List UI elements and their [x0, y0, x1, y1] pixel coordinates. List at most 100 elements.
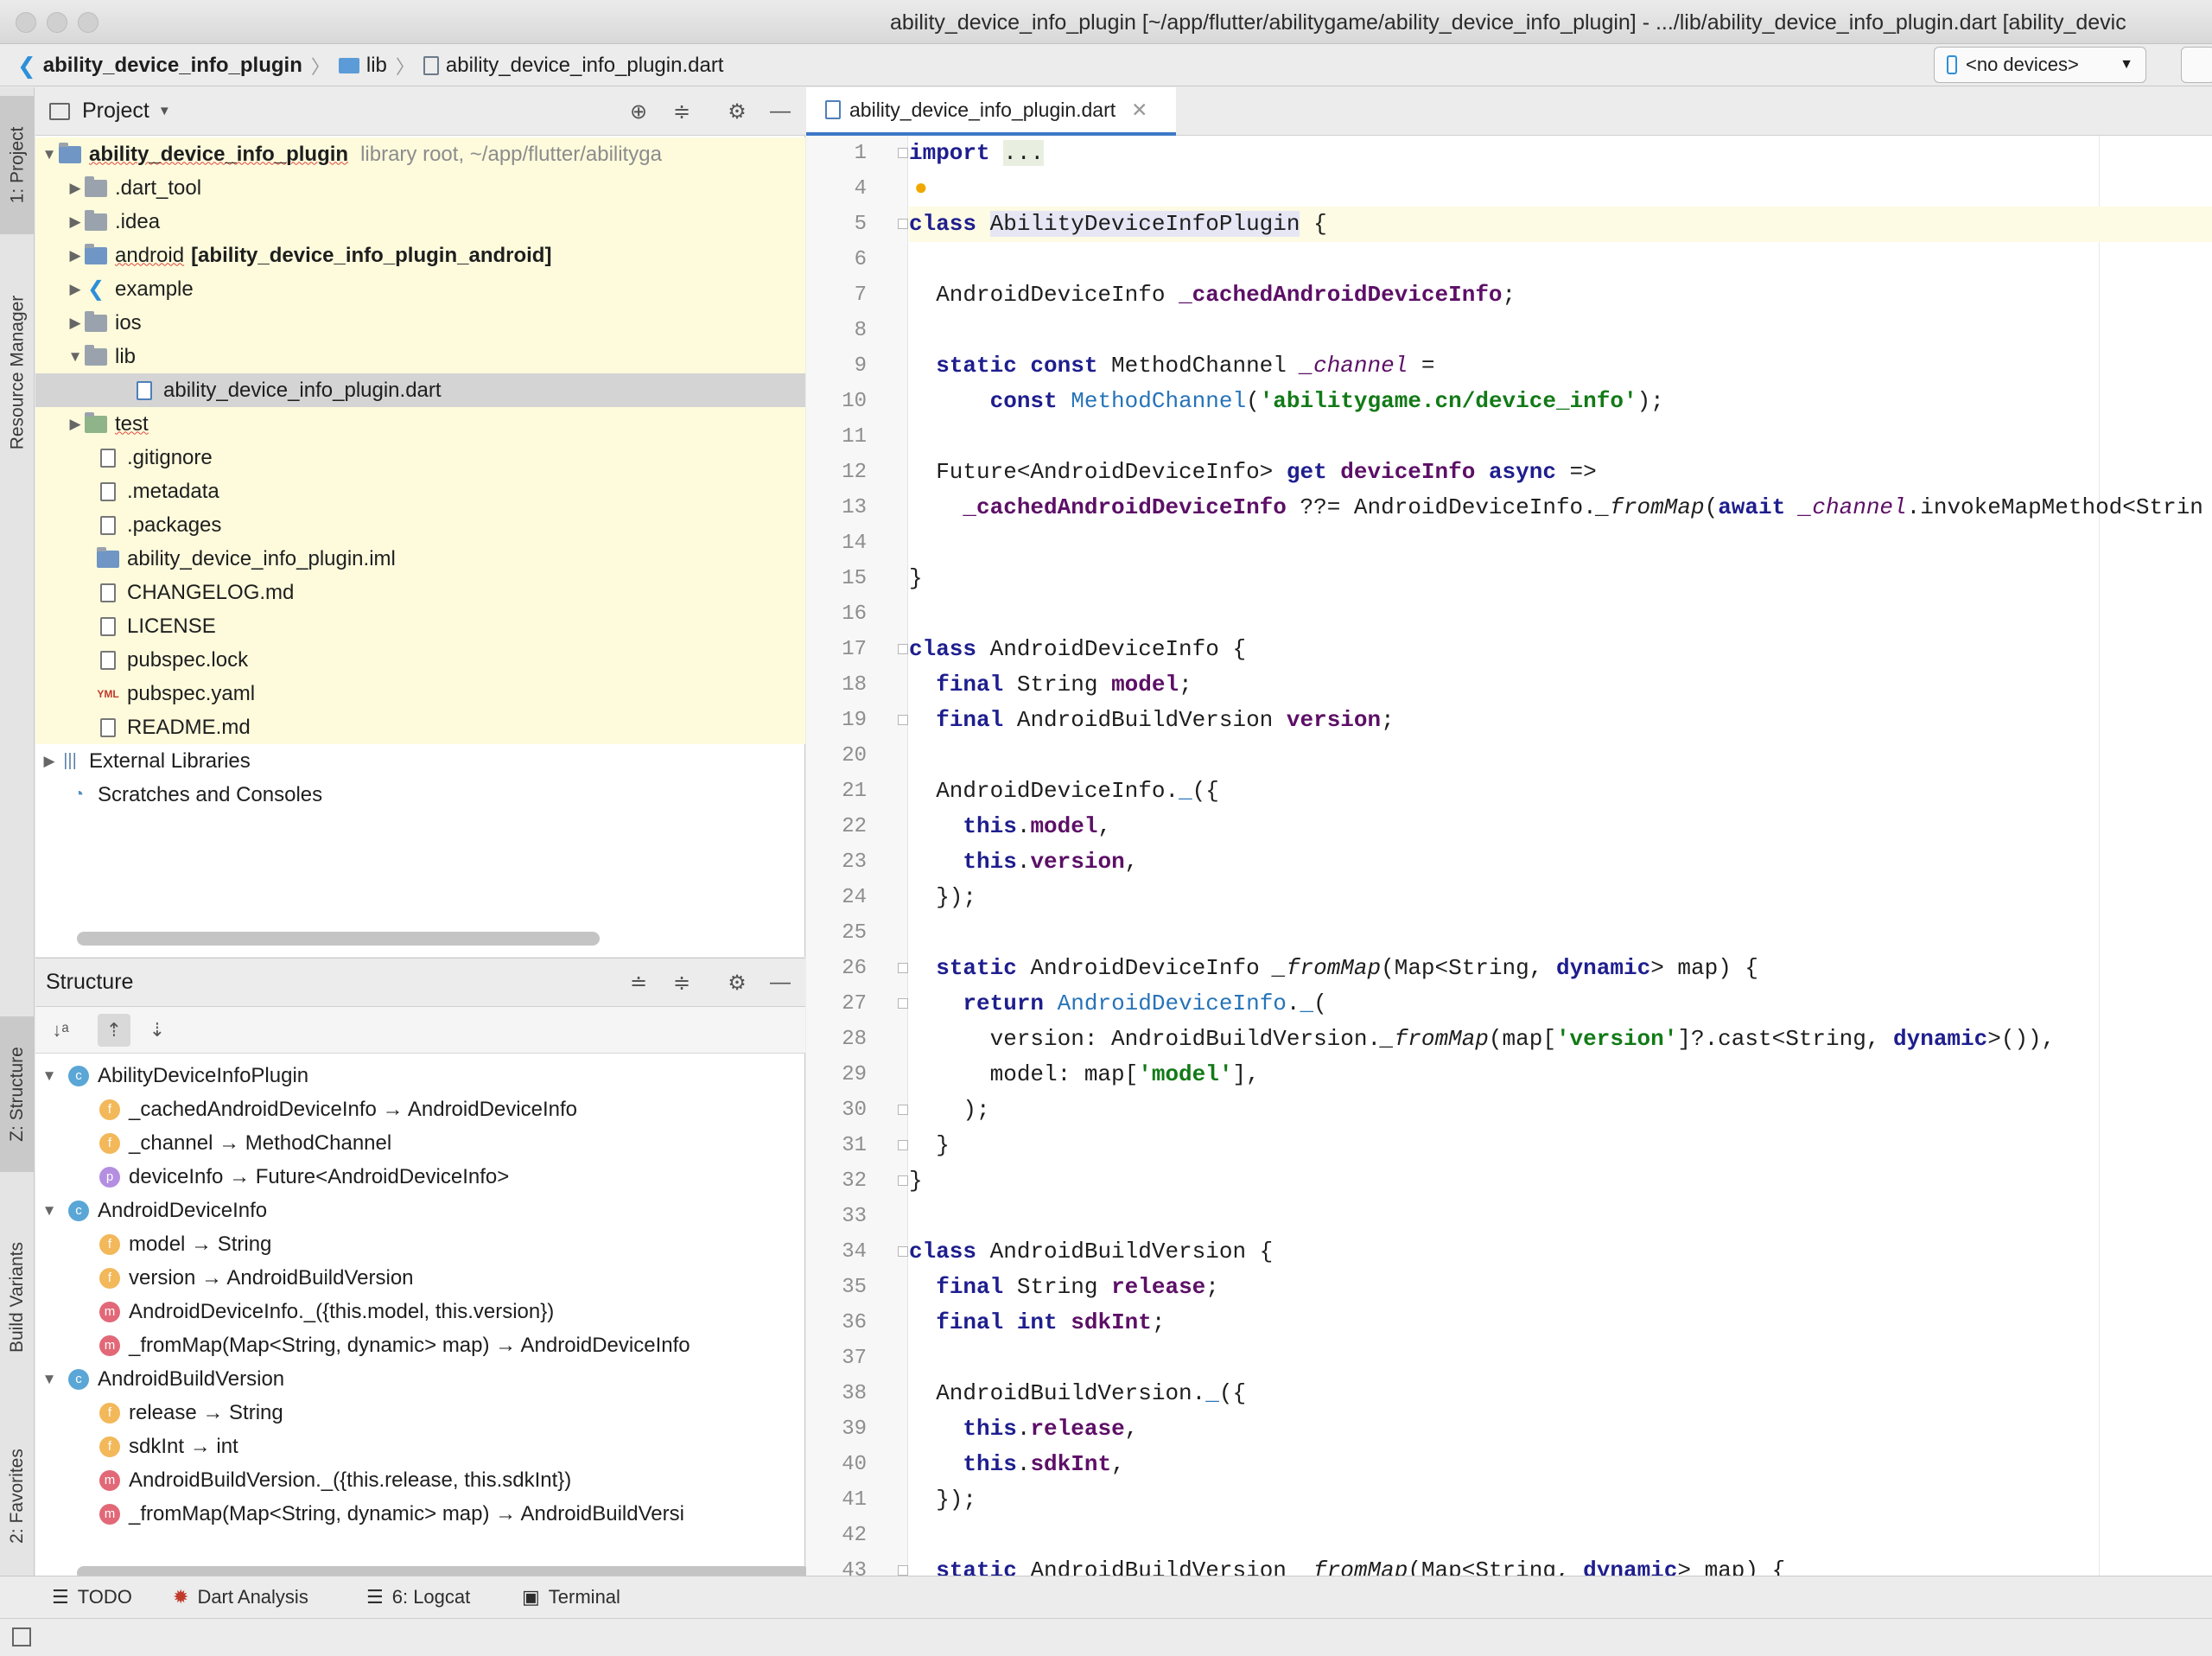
chevron-down-icon[interactable]: ▼: [158, 104, 171, 118]
tree-item-gitignore[interactable]: .gitignore: [35, 441, 805, 475]
line-number: 28: [842, 1028, 867, 1051]
tree-item-license[interactable]: LICENSE: [35, 609, 805, 643]
tree-item-packages[interactable]: .packages: [35, 508, 805, 542]
close-icon[interactable]: ✕: [1131, 99, 1147, 122]
tree-item-label: .dart_tool: [115, 175, 202, 200]
tree-item-metadata[interactable]: .metadata: [35, 475, 805, 508]
tree-item-scratches[interactable]: ◔ Scratches and Consoles: [35, 778, 805, 812]
struct-item-method[interactable]: m _fromMap(Map<String, dynamic> map) → A…: [35, 1497, 805, 1531]
tab-logcat[interactable]: ☰ 6: Logcat: [366, 1583, 470, 1611]
collapsed-arrow-icon[interactable]: ▶: [67, 247, 84, 264]
struct-item-field[interactable]: f release → String: [35, 1396, 805, 1430]
struct-item-class[interactable]: ▼ c AbilityDeviceInfoPlugin: [35, 1059, 805, 1092]
tree-item-pubspec-lock[interactable]: pubspec.lock: [35, 643, 805, 677]
hide-panel-icon[interactable]: —: [766, 98, 794, 125]
tree-item-pubspec-yaml[interactable]: YML pubspec.yaml: [35, 677, 805, 710]
tab-build-variants[interactable]: Build Variants: [0, 1211, 35, 1384]
collapsed-arrow-icon[interactable]: ▶: [67, 315, 84, 332]
expanded-arrow-icon[interactable]: ▼: [41, 1067, 58, 1085]
breadcrumb-lib[interactable]: lib: [366, 54, 387, 78]
minimize-window-button[interactable]: [47, 12, 67, 33]
tab-dart-analysis[interactable]: ✹ Dart Analysis: [173, 1583, 308, 1611]
toggle-tool-windows-icon[interactable]: [12, 1627, 31, 1646]
device-selector[interactable]: <no devices> ▼: [1934, 47, 2146, 83]
collapse-all-icon[interactable]: ≑: [668, 969, 696, 997]
tree-item-external-libraries[interactable]: ▶ ||| External Libraries: [35, 744, 805, 778]
sort-alphabetically-icon[interactable]: ↓ᵃ: [44, 1014, 77, 1047]
fold-marker[interactable]: [898, 1246, 908, 1257]
tree-item-readme[interactable]: README.md: [35, 710, 805, 744]
tree-item-test[interactable]: ▶ test: [35, 407, 805, 441]
gear-icon[interactable]: ⚙: [723, 969, 751, 997]
fold-marker[interactable]: [898, 998, 908, 1009]
expanded-arrow-icon[interactable]: ▼: [67, 348, 84, 366]
struct-item-label: version → AndroidBuildVersion: [129, 1265, 414, 1290]
lightbulb-icon[interactable]: ●: [914, 175, 928, 201]
editor-tab[interactable]: ability_device_info_plugin.dart ✕: [806, 87, 1176, 136]
fold-marker[interactable]: [898, 219, 908, 229]
collapsed-arrow-icon[interactable]: ▶: [67, 213, 84, 231]
line-number-gutter[interactable]: 1 4 5 6 7 8 9 10 11 12 13 14 15 16 17 18 19 20 21 22 23 24 25 2…: [806, 136, 908, 1583]
code-area[interactable]: import ... ● class AbilityDeviceInfoPlug…: [909, 136, 2212, 1576]
fold-marker[interactable]: [898, 1565, 908, 1576]
struct-item-property[interactable]: p deviceInfo → Future<AndroidDeviceInfo>: [35, 1160, 805, 1194]
tab-project[interactable]: 1: Project: [0, 96, 35, 234]
zoom-window-button[interactable]: [78, 12, 99, 33]
tree-item-android[interactable]: ▶ android [ability_device_info_plugin_an…: [35, 239, 805, 272]
collapsed-arrow-icon[interactable]: ▶: [67, 416, 84, 433]
tree-item-ios[interactable]: ▶ ios: [35, 306, 805, 340]
expanded-arrow-icon[interactable]: ▼: [41, 146, 58, 163]
collapsed-arrow-icon[interactable]: ▶: [67, 281, 84, 298]
struct-item-class[interactable]: ▼ c AndroidBuildVersion: [35, 1362, 805, 1396]
tree-item-dart-file[interactable]: ability_device_info_plugin.dart: [35, 373, 805, 407]
fold-marker[interactable]: [898, 1105, 908, 1115]
flutter-attach-button[interactable]: [2181, 47, 2212, 83]
line-number: 11: [842, 425, 867, 449]
tree-item-root[interactable]: ▼ ability_device_info_plugin library roo…: [35, 137, 805, 171]
tree-item-iml[interactable]: ability_device_info_plugin.iml: [35, 542, 805, 576]
struct-item-method[interactable]: m _fromMap(Map<String, dynamic> map) → A…: [35, 1328, 805, 1362]
struct-item-field[interactable]: f model → String: [35, 1227, 805, 1261]
tree-item-changelog[interactable]: CHANGELOG.md: [35, 576, 805, 609]
fold-marker[interactable]: [898, 1140, 908, 1150]
expanded-arrow-icon[interactable]: ▼: [41, 1202, 58, 1220]
tree-item-example[interactable]: ▶ ❮ example: [35, 272, 805, 306]
fold-marker[interactable]: [898, 963, 908, 973]
collapse-all-icon[interactable]: ≑: [668, 98, 696, 125]
breadcrumb-file[interactable]: ability_device_info_plugin.dart: [446, 54, 724, 78]
collapsed-arrow-icon[interactable]: ▶: [67, 180, 84, 197]
horizontal-scrollbar[interactable]: [77, 932, 600, 946]
scroll-from-source-icon[interactable]: ⇡: [98, 1014, 130, 1047]
fold-marker[interactable]: [898, 715, 908, 725]
gear-icon[interactable]: ⚙: [723, 98, 751, 125]
expanded-arrow-icon[interactable]: ▼: [41, 1371, 58, 1388]
struct-item-field[interactable]: f _channel → MethodChannel: [35, 1126, 805, 1160]
expand-all-icon[interactable]: ≐: [625, 969, 652, 997]
fold-marker[interactable]: [898, 148, 908, 158]
tab-structure[interactable]: Z: Structure: [0, 1016, 35, 1172]
tab-resource-manager[interactable]: Resource Manager: [0, 260, 35, 485]
breadcrumb-project[interactable]: ability_device_info_plugin: [43, 54, 302, 78]
struct-item-field[interactable]: f sdkInt → int: [35, 1430, 805, 1463]
tab-todo[interactable]: ☰ TODO: [52, 1583, 132, 1611]
hide-panel-icon[interactable]: —: [766, 969, 794, 997]
fold-marker[interactable]: [898, 644, 908, 654]
autoscroll-to-source-icon[interactable]: ⇣: [141, 1014, 174, 1047]
tree-item-dart-tool[interactable]: ▶ .dart_tool: [35, 171, 805, 205]
project-panel-title[interactable]: Project: [82, 99, 149, 124]
struct-item-method[interactable]: m AndroidDeviceInfo._({this.model, this.…: [35, 1295, 805, 1328]
tree-item-idea[interactable]: ▶ .idea: [35, 205, 805, 239]
struct-item-field[interactable]: f _cachedAndroidDeviceInfo → AndroidDevi…: [35, 1092, 805, 1126]
tab-terminal[interactable]: ▣ Terminal: [522, 1583, 620, 1611]
tab-favorites[interactable]: 2: Favorites: [0, 1410, 35, 1583]
locate-icon[interactable]: ⊕: [625, 98, 652, 125]
tree-item-detail: [ability_device_info_plugin_android]: [191, 243, 552, 267]
fold-marker[interactable]: [898, 1175, 908, 1186]
struct-item-class[interactable]: ▼ c AndroidDeviceInfo: [35, 1194, 805, 1227]
struct-item-method[interactable]: m AndroidBuildVersion._({this.release, t…: [35, 1463, 805, 1497]
collapsed-arrow-icon[interactable]: ▶: [41, 753, 58, 770]
struct-item-field[interactable]: f version → AndroidBuildVersion: [35, 1261, 805, 1295]
tree-item-lib[interactable]: ▼ lib: [35, 340, 805, 373]
close-window-button[interactable]: [16, 12, 36, 33]
